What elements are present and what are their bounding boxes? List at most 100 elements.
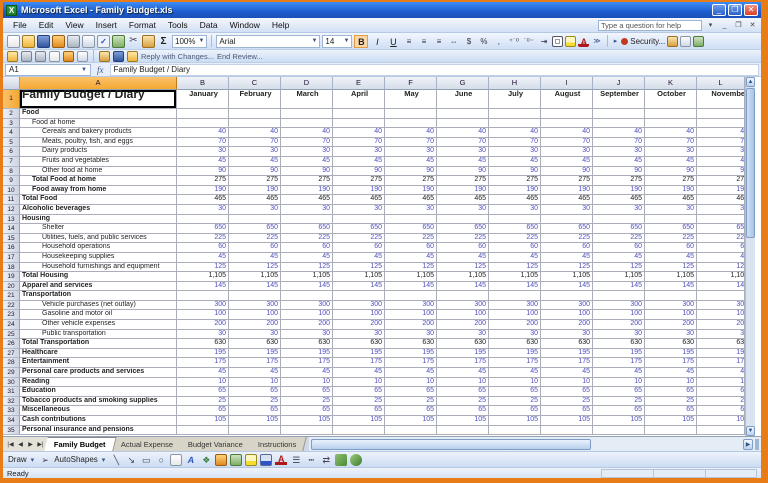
percent-icon[interactable]: %	[477, 37, 490, 46]
cell-value[interactable]: 195	[645, 348, 697, 359]
cell-value[interactable]: 125	[177, 262, 229, 273]
cell-value[interactable]: 145	[437, 281, 489, 292]
select-all-corner[interactable]	[3, 77, 20, 90]
horizontal-scroll-thumb[interactable]	[311, 438, 592, 450]
edit-macro-icon[interactable]	[667, 35, 679, 47]
cell-value[interactable]: 175	[489, 358, 541, 369]
cell-value[interactable]: 125	[541, 262, 593, 273]
cell-value[interactable]: 45	[541, 252, 593, 263]
cell-label[interactable]: Public transportation	[20, 329, 177, 340]
cell-value[interactable]: 630	[281, 339, 333, 349]
mail-recipient-icon[interactable]	[113, 50, 124, 62]
cell-value[interactable]: 175	[281, 358, 333, 369]
cell-value[interactable]: 275	[281, 176, 333, 186]
cell-label[interactable]: Apparel and services	[20, 281, 177, 292]
cell-value[interactable]: 30	[281, 204, 333, 215]
cell-value[interactable]: 70	[645, 137, 697, 148]
rectangle-icon[interactable]: ▭	[140, 454, 152, 466]
cell-label[interactable]: Miscellaneous	[20, 406, 177, 416]
menu-view[interactable]: View	[59, 19, 89, 31]
cell-value[interactable]: 175	[645, 358, 697, 369]
dash-style-icon[interactable]: ┅	[305, 454, 317, 466]
cell-value[interactable]: 40	[489, 128, 541, 138]
cell-value[interactable]: 65	[593, 387, 645, 397]
cell-value[interactable]: 105	[541, 416, 593, 426]
cell-label[interactable]: Gasoline and motor oil	[20, 310, 177, 321]
tab-budget-variance[interactable]: Budget Variance	[178, 437, 254, 451]
cell-value[interactable]: 105	[437, 416, 489, 426]
cell-value[interactable]: 200	[489, 320, 541, 330]
cell-label[interactable]: Reading	[20, 377, 177, 388]
cell-value[interactable]: 100	[437, 310, 489, 321]
cell-value[interactable]	[177, 214, 229, 225]
cell-value[interactable]: 105	[385, 416, 437, 426]
font-name-select[interactable]: Arial ▼	[216, 34, 321, 48]
question-dropdown-icon[interactable]: ▾	[705, 21, 716, 29]
cell-value[interactable]: 70	[437, 137, 489, 148]
cell-value[interactable]: 225	[177, 233, 229, 244]
cell-value[interactable]: 190	[437, 185, 489, 196]
cell-label[interactable]: Food	[20, 109, 177, 119]
cell-value-clipped[interactable]: 100	[697, 310, 745, 321]
bold-button[interactable]: B	[354, 34, 369, 48]
row-header-35[interactable]: 35	[3, 425, 20, 436]
cell-value[interactable]: 105	[645, 416, 697, 426]
cell-label[interactable]: Healthcare	[20, 348, 177, 359]
cell-value[interactable]: 45	[177, 252, 229, 263]
cell-value-clipped[interactable]	[697, 425, 745, 436]
cell-value[interactable]: 10	[333, 377, 385, 388]
row-header-31[interactable]: 31	[3, 387, 20, 397]
cell-label[interactable]: Total Transportation	[20, 339, 177, 349]
cell-value[interactable]: 145	[281, 281, 333, 292]
column-header-H[interactable]: H	[489, 77, 541, 90]
zoom-select[interactable]: 100% ▼	[172, 34, 208, 48]
minimize-button[interactable]: _	[712, 4, 726, 16]
cell-value[interactable]: 40	[437, 128, 489, 138]
tab-instructions[interactable]: Instructions	[247, 437, 307, 451]
cell-value[interactable]	[281, 425, 333, 436]
column-header-I[interactable]: I	[541, 77, 593, 90]
cell-value[interactable]: 1,105	[593, 272, 645, 282]
cell-value[interactable]: 45	[593, 368, 645, 378]
cell-value[interactable]	[281, 291, 333, 301]
cell-a1-title[interactable]: Family Budget / Diary	[20, 90, 177, 109]
cell-value[interactable]: 25	[437, 396, 489, 407]
cell-value[interactable]: 65	[541, 406, 593, 416]
cell-value[interactable]: 90	[489, 166, 541, 177]
cell-value[interactable]: 65	[333, 406, 385, 416]
cell-value[interactable]: 65	[645, 406, 697, 416]
month-header-august[interactable]: August	[541, 90, 593, 109]
cell-value[interactable]: 45	[385, 156, 437, 167]
cell-value[interactable]: 40	[177, 128, 229, 138]
cell-value[interactable]: 90	[593, 166, 645, 177]
cell-value[interactable]: 30	[333, 147, 385, 157]
cell-value[interactable]: 175	[437, 358, 489, 369]
cell-value[interactable]: 300	[593, 300, 645, 311]
cell-value[interactable]: 10	[437, 377, 489, 388]
row-header-17[interactable]: 17	[3, 252, 20, 263]
autoshapes-menu[interactable]: AutoShapes ▾	[54, 455, 107, 464]
cell-label[interactable]: Meats, poultry, fish, and eggs	[20, 137, 177, 148]
next-comment-icon[interactable]	[35, 50, 46, 62]
cell-value[interactable]	[229, 118, 281, 129]
cell-value[interactable]: 10	[177, 377, 229, 388]
row-header-10[interactable]: 10	[3, 185, 20, 196]
research-icon[interactable]	[112, 34, 125, 48]
increase-indent-icon[interactable]: ⇥	[537, 37, 550, 46]
cell-value-clipped[interactable]: 10	[697, 377, 745, 388]
update-file-icon[interactable]	[99, 50, 110, 62]
design-mode-icon[interactable]	[680, 35, 692, 47]
cell-value[interactable]: 45	[437, 156, 489, 167]
cell-label[interactable]: Alcoholic beverages	[20, 204, 177, 215]
cell-value[interactable]: 100	[489, 310, 541, 321]
threed-style-icon[interactable]	[350, 453, 363, 466]
cell-label[interactable]: Total Food	[20, 195, 177, 205]
cell-value[interactable]: 45	[281, 252, 333, 263]
row-header-33[interactable]: 33	[3, 406, 20, 416]
cell-value-clipped[interactable]: 225	[697, 233, 745, 244]
prev-sheet-icon[interactable]: ◀	[16, 441, 25, 448]
spelling-icon[interactable]: ✓	[97, 34, 110, 48]
cell-value[interactable]: 125	[593, 262, 645, 273]
cell-label[interactable]: Housekeeping supplies	[20, 252, 177, 263]
cell-value[interactable]: 45	[229, 156, 281, 167]
